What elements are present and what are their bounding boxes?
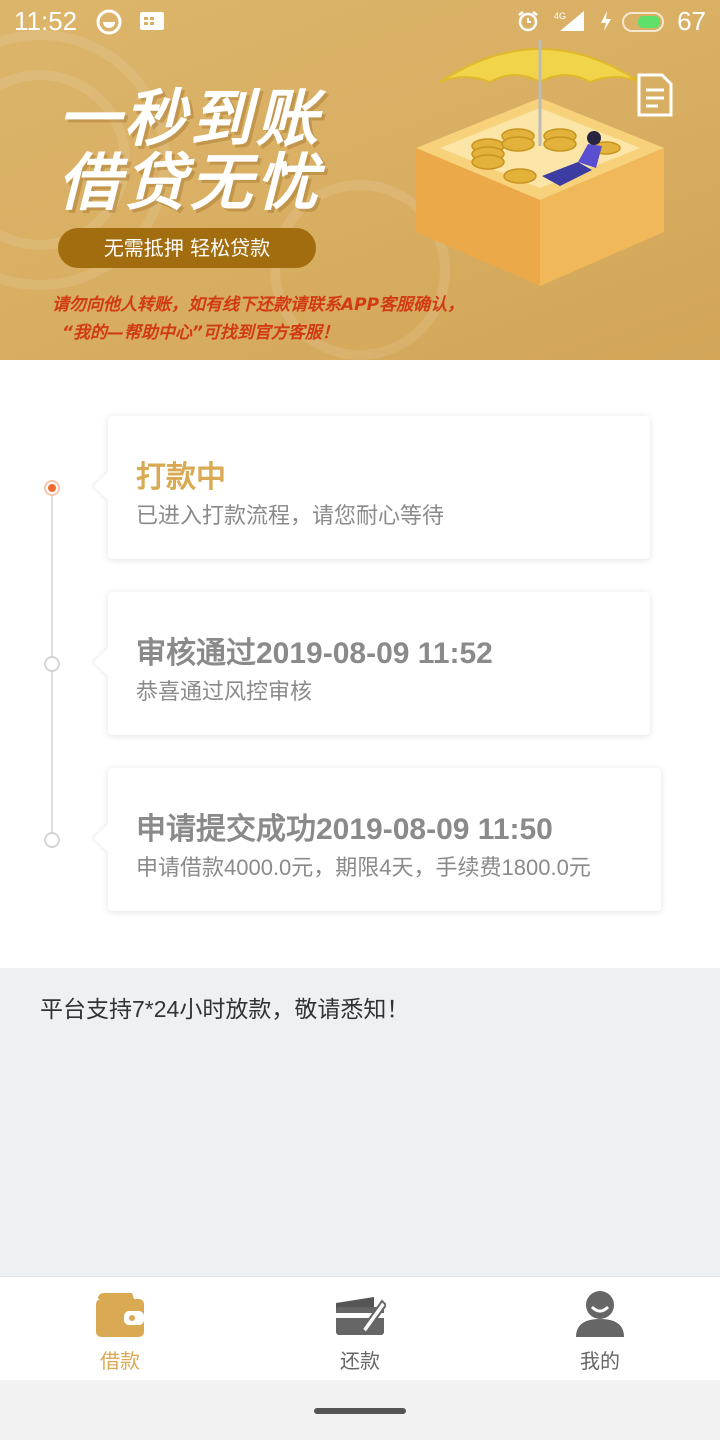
card-title: 审核通过2019-08-09 11:52	[136, 637, 493, 670]
nav-item-borrow[interactable]: 借款	[0, 1277, 240, 1381]
nav-label: 还款	[340, 1349, 380, 1373]
nav-label: 我的	[580, 1349, 620, 1373]
banner-warning-line1: 请勿向他人转账，如有线下还款请联系APP客服确认，	[52, 295, 465, 315]
timeline-card-submitted: 申请提交成功2019-08-09 11:50 申请借款4000.0元，期限4天，…	[108, 768, 661, 911]
network-type-label: 4G	[554, 11, 566, 21]
notice-area: 平台支持7*24小时放款，敬请悉知！	[0, 968, 720, 1276]
app-notification-icon	[96, 9, 122, 35]
banner-slogan-line2: 借贷无忧	[58, 146, 323, 219]
battery-percentage: 67	[677, 6, 706, 36]
home-gesture-bar[interactable]	[314, 1408, 406, 1414]
card-title: 打款中	[136, 461, 226, 494]
battery-icon	[622, 12, 664, 32]
status-time: 11:52	[14, 6, 78, 36]
nav-item-repay[interactable]: 还款	[240, 1277, 480, 1381]
signal-icon: 4G	[554, 11, 584, 31]
umbrella-coins-illustration	[416, 40, 664, 286]
card-subtitle: 恭喜通过风控审核	[136, 679, 313, 704]
timeline-dot	[44, 832, 60, 848]
document-icon[interactable]	[636, 72, 674, 118]
timeline-dot	[44, 656, 60, 672]
sim-card-icon	[140, 12, 164, 30]
nav-label: 借款	[100, 1349, 140, 1373]
card-title: 申请提交成功2019-08-09 11:50	[136, 813, 553, 846]
timeline-dot-active	[44, 480, 60, 496]
nav-item-mine[interactable]: 我的	[480, 1277, 720, 1381]
banner-feature-pill: 无需抵押 轻松贷款	[58, 228, 316, 268]
banner-warning-line2: “我的—帮助中心”可找到官方客服！	[62, 323, 339, 343]
card-subtitle: 申请借款4000.0元，期限4天，手续费1800.0元	[136, 855, 591, 880]
notice-text: 平台支持7*24小时放款，敬请悉知！	[40, 996, 410, 1022]
bottom-nav: 借款 还款 我的	[0, 1276, 720, 1380]
alarm-icon	[518, 11, 538, 32]
card-subtitle: 已进入打款流程，请您耐心等待	[136, 503, 445, 528]
timeline-card-approved: 审核通过2019-08-09 11:52 恭喜通过风控审核	[108, 592, 650, 735]
wallet-icon	[96, 1293, 144, 1337]
charging-icon	[601, 11, 611, 31]
user-icon	[576, 1291, 624, 1337]
promo-banner[interactable]: 11:52 4G 67 一秒到账 借贷无忧 无需抵押 轻松贷款 请勿向他人转账，…	[0, 0, 720, 360]
repay-icon	[336, 1297, 386, 1335]
timeline-card-disbursing: 打款中 已进入打款流程，请您耐心等待	[108, 416, 650, 559]
system-nav-bar	[0, 1380, 720, 1440]
